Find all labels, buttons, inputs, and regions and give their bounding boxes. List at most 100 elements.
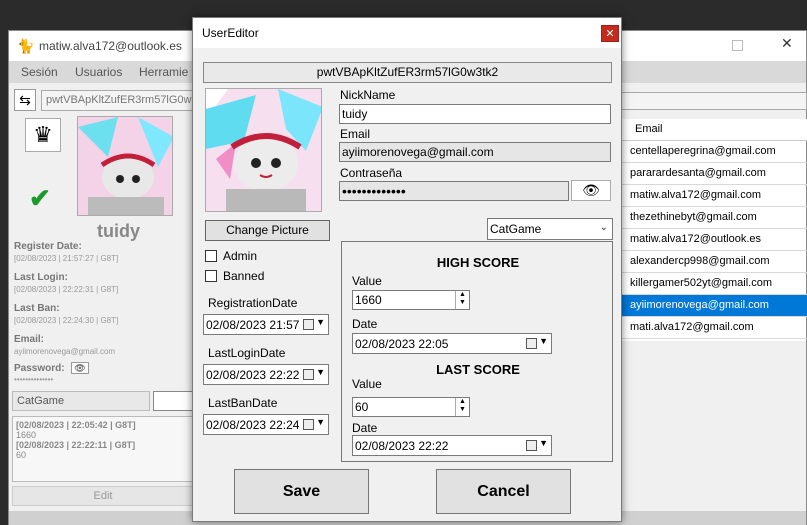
eye-slash-icon: 👁	[582, 182, 600, 198]
chevron-down-icon[interactable]: ⌄	[600, 222, 608, 233]
cancel-button[interactable]: Cancel	[436, 469, 571, 514]
log-line: [02/08/2023 | 22:05:42 | G8T]	[16, 420, 136, 430]
spin-buttons[interactable]: ▲ ▼	[455, 291, 469, 309]
high-score-title: HIGH SCORE	[436, 255, 520, 270]
secondary-select[interactable]	[153, 391, 193, 411]
admin-checkbox[interactable]: Admin	[205, 249, 257, 263]
table-header-email[interactable]: Email	[622, 119, 807, 141]
chevron-down-icon[interactable]: ▼	[539, 336, 548, 346]
last-login-date-label: LastLoginDate	[208, 346, 286, 360]
email-field[interactable]: ayiimorenovega@gmail.com	[339, 142, 611, 162]
close-icon: ✕	[605, 28, 615, 40]
spin-buttons[interactable]: ▲ ▼	[455, 398, 469, 416]
email-label: Email:	[14, 334, 45, 345]
banned-label: Banned	[223, 269, 265, 283]
table-row[interactable]: pararardesanta@gmail.com	[622, 163, 807, 185]
last-ban-value: [02/08/2023 | 22:24:30 | G8T]	[14, 316, 119, 325]
checkbox-box[interactable]	[205, 250, 217, 262]
table-row-selected[interactable]: ayiimorenovega@gmail.com	[622, 295, 807, 317]
last-login-date-picker[interactable]: 02/08/2023 22:22 ▼	[203, 364, 329, 385]
table-row[interactable]: thezethinebyt@gmail.com	[622, 207, 807, 229]
last-login-value: [02/08/2023 | 22:22:31 | G8T]	[14, 285, 119, 294]
banned-checkbox[interactable]: Banned	[205, 269, 264, 283]
registration-date-value: 02/08/2023 21:57	[206, 318, 300, 332]
dialog-title: UserEditor	[202, 26, 259, 40]
toggle-password-button[interactable]: 👁	[571, 180, 611, 201]
chevron-down-icon[interactable]: ▼	[316, 417, 325, 427]
chevron-down-icon[interactable]: ▼	[316, 367, 325, 377]
nickname-label: NickName	[340, 88, 396, 102]
calendar-icon[interactable]	[303, 369, 314, 380]
avatar	[77, 116, 173, 216]
last-score-value: 60	[355, 400, 369, 414]
last-score-date-value: 02/08/2023 22:22	[355, 439, 449, 453]
register-date-label: Register Date:	[14, 241, 82, 252]
menu-usuarios[interactable]: Usuarios	[75, 65, 122, 79]
game-select[interactable]: CatGame	[12, 391, 150, 411]
password-field[interactable]: •••••••••••••	[339, 181, 569, 201]
log-line: 1660	[16, 430, 37, 440]
last-score-date-picker[interactable]: 02/08/2023 22:22 ▼	[352, 435, 552, 456]
nickname-input[interactable]: tuidy	[339, 104, 611, 124]
chevron-down-icon[interactable]: ▼	[539, 438, 548, 448]
main-window-title: matiw.alva172@outlook.es	[39, 39, 182, 53]
eye-icon[interactable]: 👁	[71, 362, 89, 374]
last-login-date-value: 02/08/2023 22:22	[206, 368, 300, 382]
user-editor-dialog: UserEditor ✕ pwtVBApKltZufER3rm57lG0w3tk…	[192, 17, 622, 522]
save-button[interactable]: Save	[234, 469, 369, 514]
maximize-icon[interactable]	[732, 40, 743, 51]
log-line: 60	[16, 450, 27, 460]
table-row[interactable]: matiw.alva172@outlook.es	[622, 229, 807, 251]
email-value: ayiimorenovega@gmail.com	[14, 347, 116, 356]
password-label: Contraseña	[340, 166, 403, 180]
table-row[interactable]: centellaperegrina@gmail.com	[622, 141, 807, 163]
last-ban-date-value: 02/08/2023 22:24	[206, 418, 300, 432]
last-ban-date-label: LastBanDate	[208, 396, 278, 410]
game-select[interactable]: CatGame ⌄	[487, 218, 613, 240]
high-score-date-value: 02/08/2023 22:05	[355, 337, 449, 351]
dialog-titlebar: UserEditor ✕	[193, 18, 621, 48]
calendar-icon[interactable]	[303, 319, 314, 330]
admin-label: Admin	[223, 249, 258, 263]
password-label: Password:	[14, 363, 65, 374]
avatar-picture	[205, 88, 322, 212]
registration-date-picker[interactable]: 02/08/2023 21:57 ▼	[203, 314, 329, 335]
edit-button[interactable]: Edit	[12, 486, 194, 506]
registration-date-label: RegistrationDate	[208, 296, 298, 310]
checkbox-box[interactable]	[205, 270, 217, 282]
dialog-close-button[interactable]: ✕	[601, 25, 619, 42]
table-row[interactable]: matiw.alva172@gmail.com	[622, 185, 807, 207]
chevron-down-icon[interactable]: ▼	[316, 317, 325, 327]
last-score-value-stepper[interactable]: 60 ▲ ▼	[352, 397, 470, 417]
table-row[interactable]: mati.alva172@gmail.com	[622, 317, 807, 339]
high-score-value: 1660	[355, 293, 382, 307]
change-picture-button[interactable]: Change Picture	[205, 220, 330, 241]
calendar-icon[interactable]	[303, 419, 314, 430]
last-ban-date-picker[interactable]: 02/08/2023 22:24 ▼	[203, 414, 329, 435]
score-panel: HIGH SCORE Value 1660 ▲ ▼ Date 02/08/2023 …	[341, 241, 613, 462]
table-row[interactable]: killergamer502yt@gmail.com	[622, 273, 807, 295]
menu-herramientas[interactable]: Herramie	[139, 65, 188, 79]
calendar-icon[interactable]	[526, 440, 537, 451]
search-input-right[interactable]	[621, 92, 807, 110]
table-row[interactable]: alexandercp998@gmail.com	[622, 251, 807, 273]
close-icon[interactable]: ✕	[781, 35, 793, 52]
score-log: [02/08/2023 | 22:05:42 | G8T] 1660 [02/0…	[12, 416, 194, 482]
last-login-label: Last Login:	[14, 272, 68, 283]
last-score-value-label: Value	[352, 377, 382, 391]
log-line: [02/08/2023 | 22:22:11 | G8T]	[16, 440, 136, 450]
last-score-date-label: Date	[352, 421, 378, 435]
crown-admin-icon: ♛	[25, 118, 61, 152]
high-score-date-label: Date	[352, 317, 378, 331]
high-score-value-stepper[interactable]: 1660 ▲ ▼	[352, 290, 470, 310]
last-ban-label: Last Ban:	[14, 303, 60, 314]
calendar-icon[interactable]	[526, 338, 537, 349]
high-score-date-picker[interactable]: 02/08/2023 22:05 ▼	[352, 333, 552, 354]
search-input[interactable]: pwtVBApKltZufER3rm57lG0w	[41, 90, 201, 111]
refresh-button[interactable]: ⇆	[14, 89, 36, 111]
menu-sesion[interactable]: Sesión	[21, 65, 58, 79]
game-select-value: CatGame	[490, 222, 542, 236]
last-score-title: LAST SCORE	[436, 362, 520, 377]
refresh-icon: ⇆	[19, 92, 31, 108]
check-icon: ✔	[29, 183, 51, 213]
